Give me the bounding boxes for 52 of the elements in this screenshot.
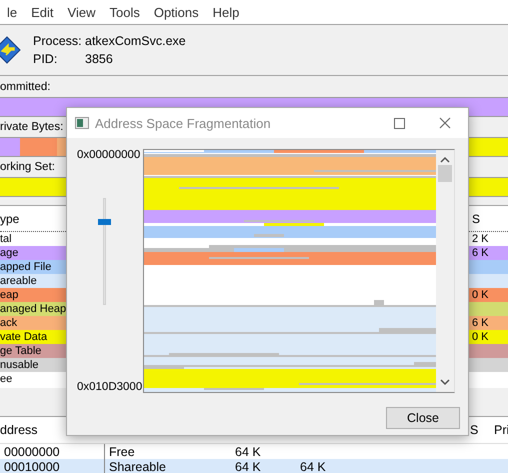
process-label: Process: (33, 34, 83, 48)
menu-item[interactable]: Options (146, 4, 206, 20)
table-cell-text: 64 K (235, 444, 262, 458)
scrollbar[interactable] (436, 150, 454, 392)
end-address-label: 0x010D3000 (77, 381, 143, 393)
table-cell-text: 64 K (235, 460, 262, 473)
menu-item[interactable]: View (60, 4, 102, 20)
table-cell: anaged Heap (0, 303, 66, 315)
scrollbar-thumb[interactable] (438, 165, 452, 182)
table-cell-text: 0 K (472, 331, 490, 343)
start-address-label: 0x00000000 (77, 149, 142, 161)
close-dialog-button[interactable]: Close (386, 407, 460, 429)
menu-item[interactable]: le (0, 4, 24, 20)
table-cell: age (0, 247, 18, 259)
app-icon (0, 35, 22, 65)
menu-item[interactable]: Tools (102, 4, 147, 20)
table-cell-text: 0 K (472, 289, 490, 301)
table-cell: ack (0, 317, 18, 329)
scroll-up-icon[interactable] (440, 156, 450, 163)
dialog-title: Address Space Fragmentation (95, 116, 272, 130)
table-cell-text: 6 K (472, 317, 490, 329)
table-cell: apped File (0, 261, 52, 273)
table-cell-text: 2 K (472, 233, 490, 245)
process-name: atkexComSvc.exe (85, 34, 186, 48)
window-icon (75, 117, 89, 129)
menu-item[interactable]: Help (206, 4, 246, 20)
table-cell: vate Data (0, 331, 48, 343)
table-cell: areable (0, 275, 37, 287)
scroll-down-icon[interactable] (440, 379, 450, 386)
column-header[interactable]: ype (0, 212, 20, 226)
table-cell: ee (0, 373, 12, 385)
table-cell-text: Free (108, 444, 136, 458)
table-cell: ge Table (0, 345, 42, 357)
table-row[interactable]: 00010000 Shareable 64 K 64 K (0, 459, 508, 473)
graph-label: orking Set: (0, 161, 55, 173)
table-cell-text: Shareable (108, 460, 167, 473)
table-cell: eap (0, 289, 18, 301)
table-cell: nusable (0, 359, 39, 371)
menu-item[interactable]: Edit (24, 4, 61, 20)
close-icon[interactable] (439, 117, 451, 129)
pid-value: 3856 (85, 52, 114, 66)
maximize-icon[interactable] (394, 118, 404, 128)
zoom-slider[interactable] (98, 219, 111, 226)
table-cell: tal (0, 233, 12, 245)
column-header[interactable]: S (470, 423, 494, 437)
graph-label: ommitted: (0, 81, 50, 93)
column-header[interactable]: S (472, 212, 508, 226)
table-cell: 00010000 (0, 459, 105, 473)
table-cell-text: 6 K (472, 247, 490, 259)
graph-label: rivate Bytes: (0, 121, 64, 133)
table-cell-text: 64 K (299, 460, 326, 473)
pid-label: PID: (33, 52, 58, 66)
